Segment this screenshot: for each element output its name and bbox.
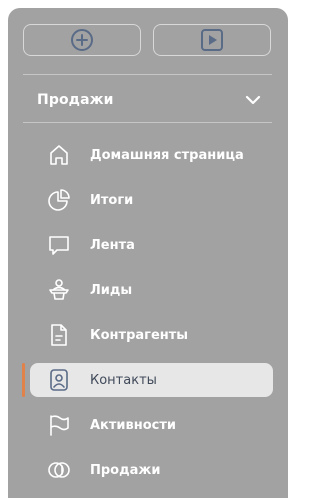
active-indicator: [22, 363, 25, 397]
menu-item-counterparties[interactable]: Контрагенты: [30, 318, 273, 352]
menu-item-label: Продажи: [90, 462, 161, 478]
menu-item-label: Контрагенты: [90, 327, 189, 343]
menu-item-label: Активности: [90, 417, 177, 433]
menu-item-summary[interactable]: Итоги: [30, 183, 273, 217]
menu-item-leads[interactable]: Лиды: [30, 273, 273, 307]
run-button[interactable]: [153, 24, 271, 56]
menu-item-activities[interactable]: Активности: [30, 408, 273, 442]
menu-item-sales[interactable]: Продажи: [30, 453, 273, 487]
document-icon: [46, 322, 72, 348]
play-square-icon: [199, 27, 225, 53]
menu-item-contacts[interactable]: Контакты: [30, 363, 273, 397]
section-title: Продажи: [37, 92, 114, 108]
chevron-down-icon[interactable]: [244, 92, 262, 108]
menu-item-label: Лиды: [90, 282, 133, 298]
flag-icon: [46, 412, 72, 438]
menu-item-feed[interactable]: Лента: [30, 228, 273, 262]
contact-card-icon: [46, 367, 72, 393]
add-button[interactable]: [23, 24, 141, 56]
menu-item-label: Лента: [90, 237, 135, 253]
menu-item-home[interactable]: Домашняя страница: [30, 138, 273, 172]
pie-chart-icon: [46, 187, 72, 213]
top-toolbar: [23, 24, 273, 58]
chat-icon: [46, 232, 72, 258]
menu-item-label: Итоги: [90, 192, 134, 208]
menu-item-label: Контакты: [90, 372, 157, 388]
plus-circle-icon: [69, 27, 95, 53]
sidebar-panel: Продажи Домашняя страница Итоги Лента Ли…: [8, 8, 288, 498]
coins-icon: [46, 457, 72, 483]
menu-item-label: Домашняя страница: [90, 147, 244, 163]
lead-person-icon: [46, 277, 72, 303]
home-icon: [46, 142, 72, 168]
divider: [23, 74, 272, 75]
divider: [23, 122, 272, 123]
